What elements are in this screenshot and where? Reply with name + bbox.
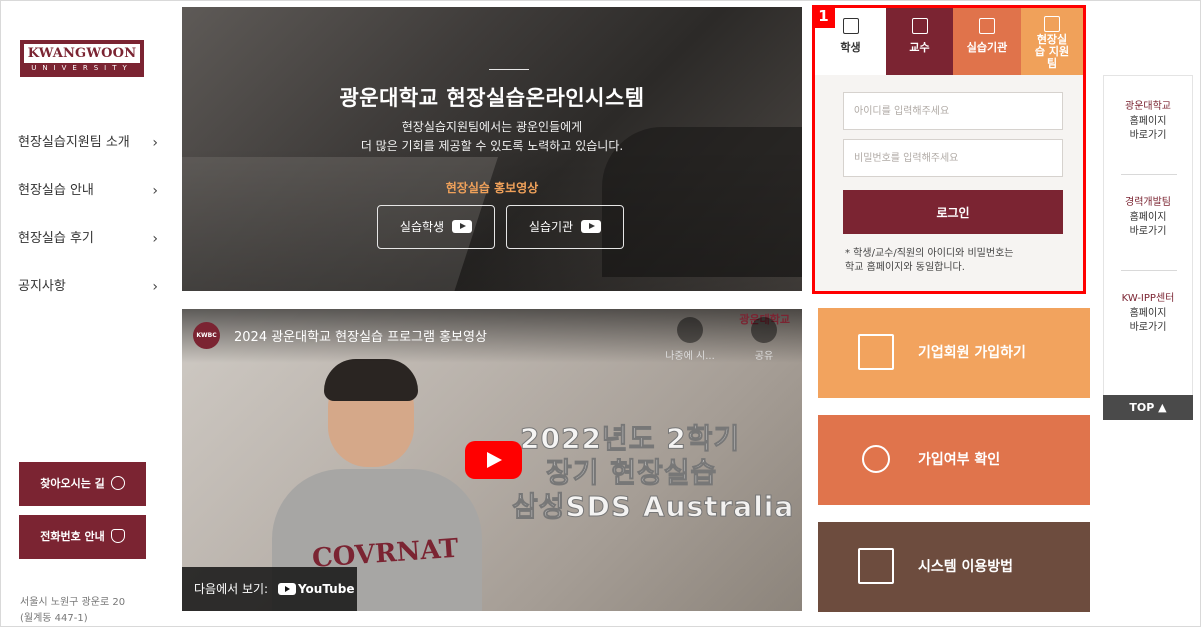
phone-icon [110,529,125,543]
quick-link-university[interactable]: 광운대학교 홈페이지 바로가기 [1104,100,1192,143]
address: 서울시 노원구 광운로 20 (월계동 447-1) [20,595,125,627]
monitor-icon [1044,16,1060,32]
hero-divider [489,69,529,70]
system-guide-card[interactable]: 시스템 이용방법 [818,522,1090,612]
promo-student-label: 실습학생 [399,220,445,234]
directions-button[interactable]: 찾아오시는 길 [19,462,146,506]
membership-check-card[interactable]: 가입여부 확인 [818,415,1090,505]
document-icon [858,548,894,584]
watch-on-youtube-button[interactable]: 다음에서 보기: YouTube [182,567,357,611]
scroll-top-button[interactable]: TOP ▲ [1103,395,1193,420]
chevron-right-icon: › [152,183,158,199]
search-icon [862,445,890,473]
logo-wordmark: KWANGWOON [24,44,140,63]
nav-item-guide[interactable]: 현장실습 안내 › [18,176,158,224]
play-icon [452,220,473,233]
promo-video-student-button[interactable]: 실습학생 [377,205,495,249]
quick-link-kw-ipp[interactable]: KW-IPP센터 홈페이지 바로가기 [1104,292,1192,335]
corporate-signup-label: 기업회원 가입하기 [918,345,1026,361]
hero-title: 광운대학교 현장실습온라인시스템 [339,86,645,110]
tab-label: 교수 [909,41,930,54]
book-icon [842,18,859,34]
tab-label: 현장실습 지원팀 [1034,33,1070,70]
graduation-cap-icon [911,18,928,34]
university-logo[interactable]: KWANGWOON UNIVERSITY [20,40,144,77]
clock-icon [677,317,703,343]
login-tabs: 학생 교수 실습기관 현장실습 지원팀 [815,8,1083,75]
channel-avatar[interactable]: KWBC [193,322,220,349]
nav-label: 현장실습 후기 [18,231,94,246]
chevron-right-icon: › [152,135,158,151]
promo-org-label: 실습기관 [528,220,574,234]
nav-item-team-intro[interactable]: 현장실습지원팀 소개 › [18,128,158,176]
tab-professor[interactable]: 교수 [886,8,953,75]
phone-info-label: 전화번호 안내 [40,530,105,543]
share-button[interactable]: 공유 [744,317,784,362]
nav-item-notices[interactable]: 공지사항 › [18,272,158,320]
tab-organization[interactable]: 실습기관 [953,8,1021,75]
notice-line-2: 학교 홈페이지와 동일합니다. [845,262,965,273]
play-button-icon[interactable] [465,441,522,479]
quick-link-career[interactable]: 경력개발팀 홈페이지 바로가기 [1104,196,1192,239]
sidebar-nav: 현장실습지원팀 소개 › 현장실습 안내 › 현장실습 후기 › 공지사항 › [18,128,158,320]
share-icon [751,317,777,343]
quick-link-title: 광운대학교 [1125,101,1171,112]
quick-links-panel: 광운대학교 홈페이지 바로가기 경력개발팀 홈페이지 바로가기 KW-IPP센터… [1103,75,1193,420]
chevron-right-icon: › [152,231,158,247]
quick-link-line-1: 홈페이지 [1129,308,1167,319]
tab-label: 실습기관 [966,41,1008,54]
nav-label: 공지사항 [18,279,66,294]
watch-on-label: 다음에서 보기: [194,582,269,596]
directions-label: 찾아오시는 길 [40,477,105,490]
watch-later-label: 나중에 시... [665,351,715,362]
quick-link-line-1: 홈페이지 [1129,116,1167,127]
person-hair [324,359,418,401]
building-icon [979,18,995,34]
login-notice: * 학생/교수/직원의 아이디와 비밀번호는 학교 홈페이지와 동일합니다. [845,247,1069,275]
quick-link-title: KW-IPP센터 [1121,293,1175,304]
tab-label: 학생 [840,41,861,54]
video-title[interactable]: 2024 광운대학교 현장실습 프로그램 홍보영상 [234,326,487,345]
address-line-1: 서울시 노원구 광운로 20 [20,597,126,608]
logo-subtext: UNIVERSITY [31,64,133,72]
membership-check-label: 가입여부 확인 [918,452,1001,468]
hero-subtitle-line-2: 더 많은 기회를 제공할 수 있도록 노력하고 있습니다. [360,139,624,153]
monitor-icon [858,334,894,370]
phone-info-button[interactable]: 전화번호 안내 [19,515,146,559]
system-guide-label: 시스템 이용방법 [918,559,1014,575]
chevron-right-icon: › [152,279,158,295]
hero-subtitle-line-1: 현장실습지원팀에서는 광운인들에게 [401,120,583,134]
password-input[interactable] [843,139,1063,177]
video-overlay-line-3: 삼성SDS Australia [511,490,795,524]
hero-subtitle: 현장실습지원팀에서는 광운인들에게 더 많은 기회를 제공할 수 있도록 노력하… [182,118,802,156]
share-label: 공유 [754,351,774,362]
quick-link-line-2: 바로가기 [1129,130,1167,141]
play-icon [581,220,602,233]
address-line-2: (월계동 447-1) [20,613,88,624]
id-input[interactable] [843,92,1063,130]
quick-link-line-2: 바로가기 [1129,322,1167,333]
watch-later-button[interactable]: 나중에 시... [660,317,720,362]
quick-link-divider [1121,270,1177,271]
quick-link-line-1: 홈페이지 [1129,212,1167,223]
youtube-wordmark: YouTube [297,582,355,596]
quick-link-line-2: 바로가기 [1129,226,1167,237]
nav-label: 현장실습 안내 [18,183,94,198]
promo-video-org-button[interactable]: 실습기관 [506,205,624,249]
hero-promo-label: 현장실습 홍보영상 [445,181,539,195]
nav-item-reviews[interactable]: 현장실습 후기 › [18,224,158,272]
location-pin-icon [110,476,125,490]
youtube-logo-icon: YouTube [277,567,355,611]
login-button[interactable]: 로그인 [843,190,1063,234]
quick-link-divider [1121,174,1177,175]
corporate-signup-card[interactable]: 기업회원 가입하기 [818,308,1090,398]
nav-label: 현장실습지원팀 소개 [18,135,130,150]
tab-support-team[interactable]: 현장실습 지원팀 [1021,8,1083,75]
annotation-badge: 1 [812,5,835,28]
quick-link-title: 경력개발팀 [1125,197,1171,208]
notice-line-1: * 학생/교수/직원의 아이디와 비밀번호는 [845,248,1014,259]
